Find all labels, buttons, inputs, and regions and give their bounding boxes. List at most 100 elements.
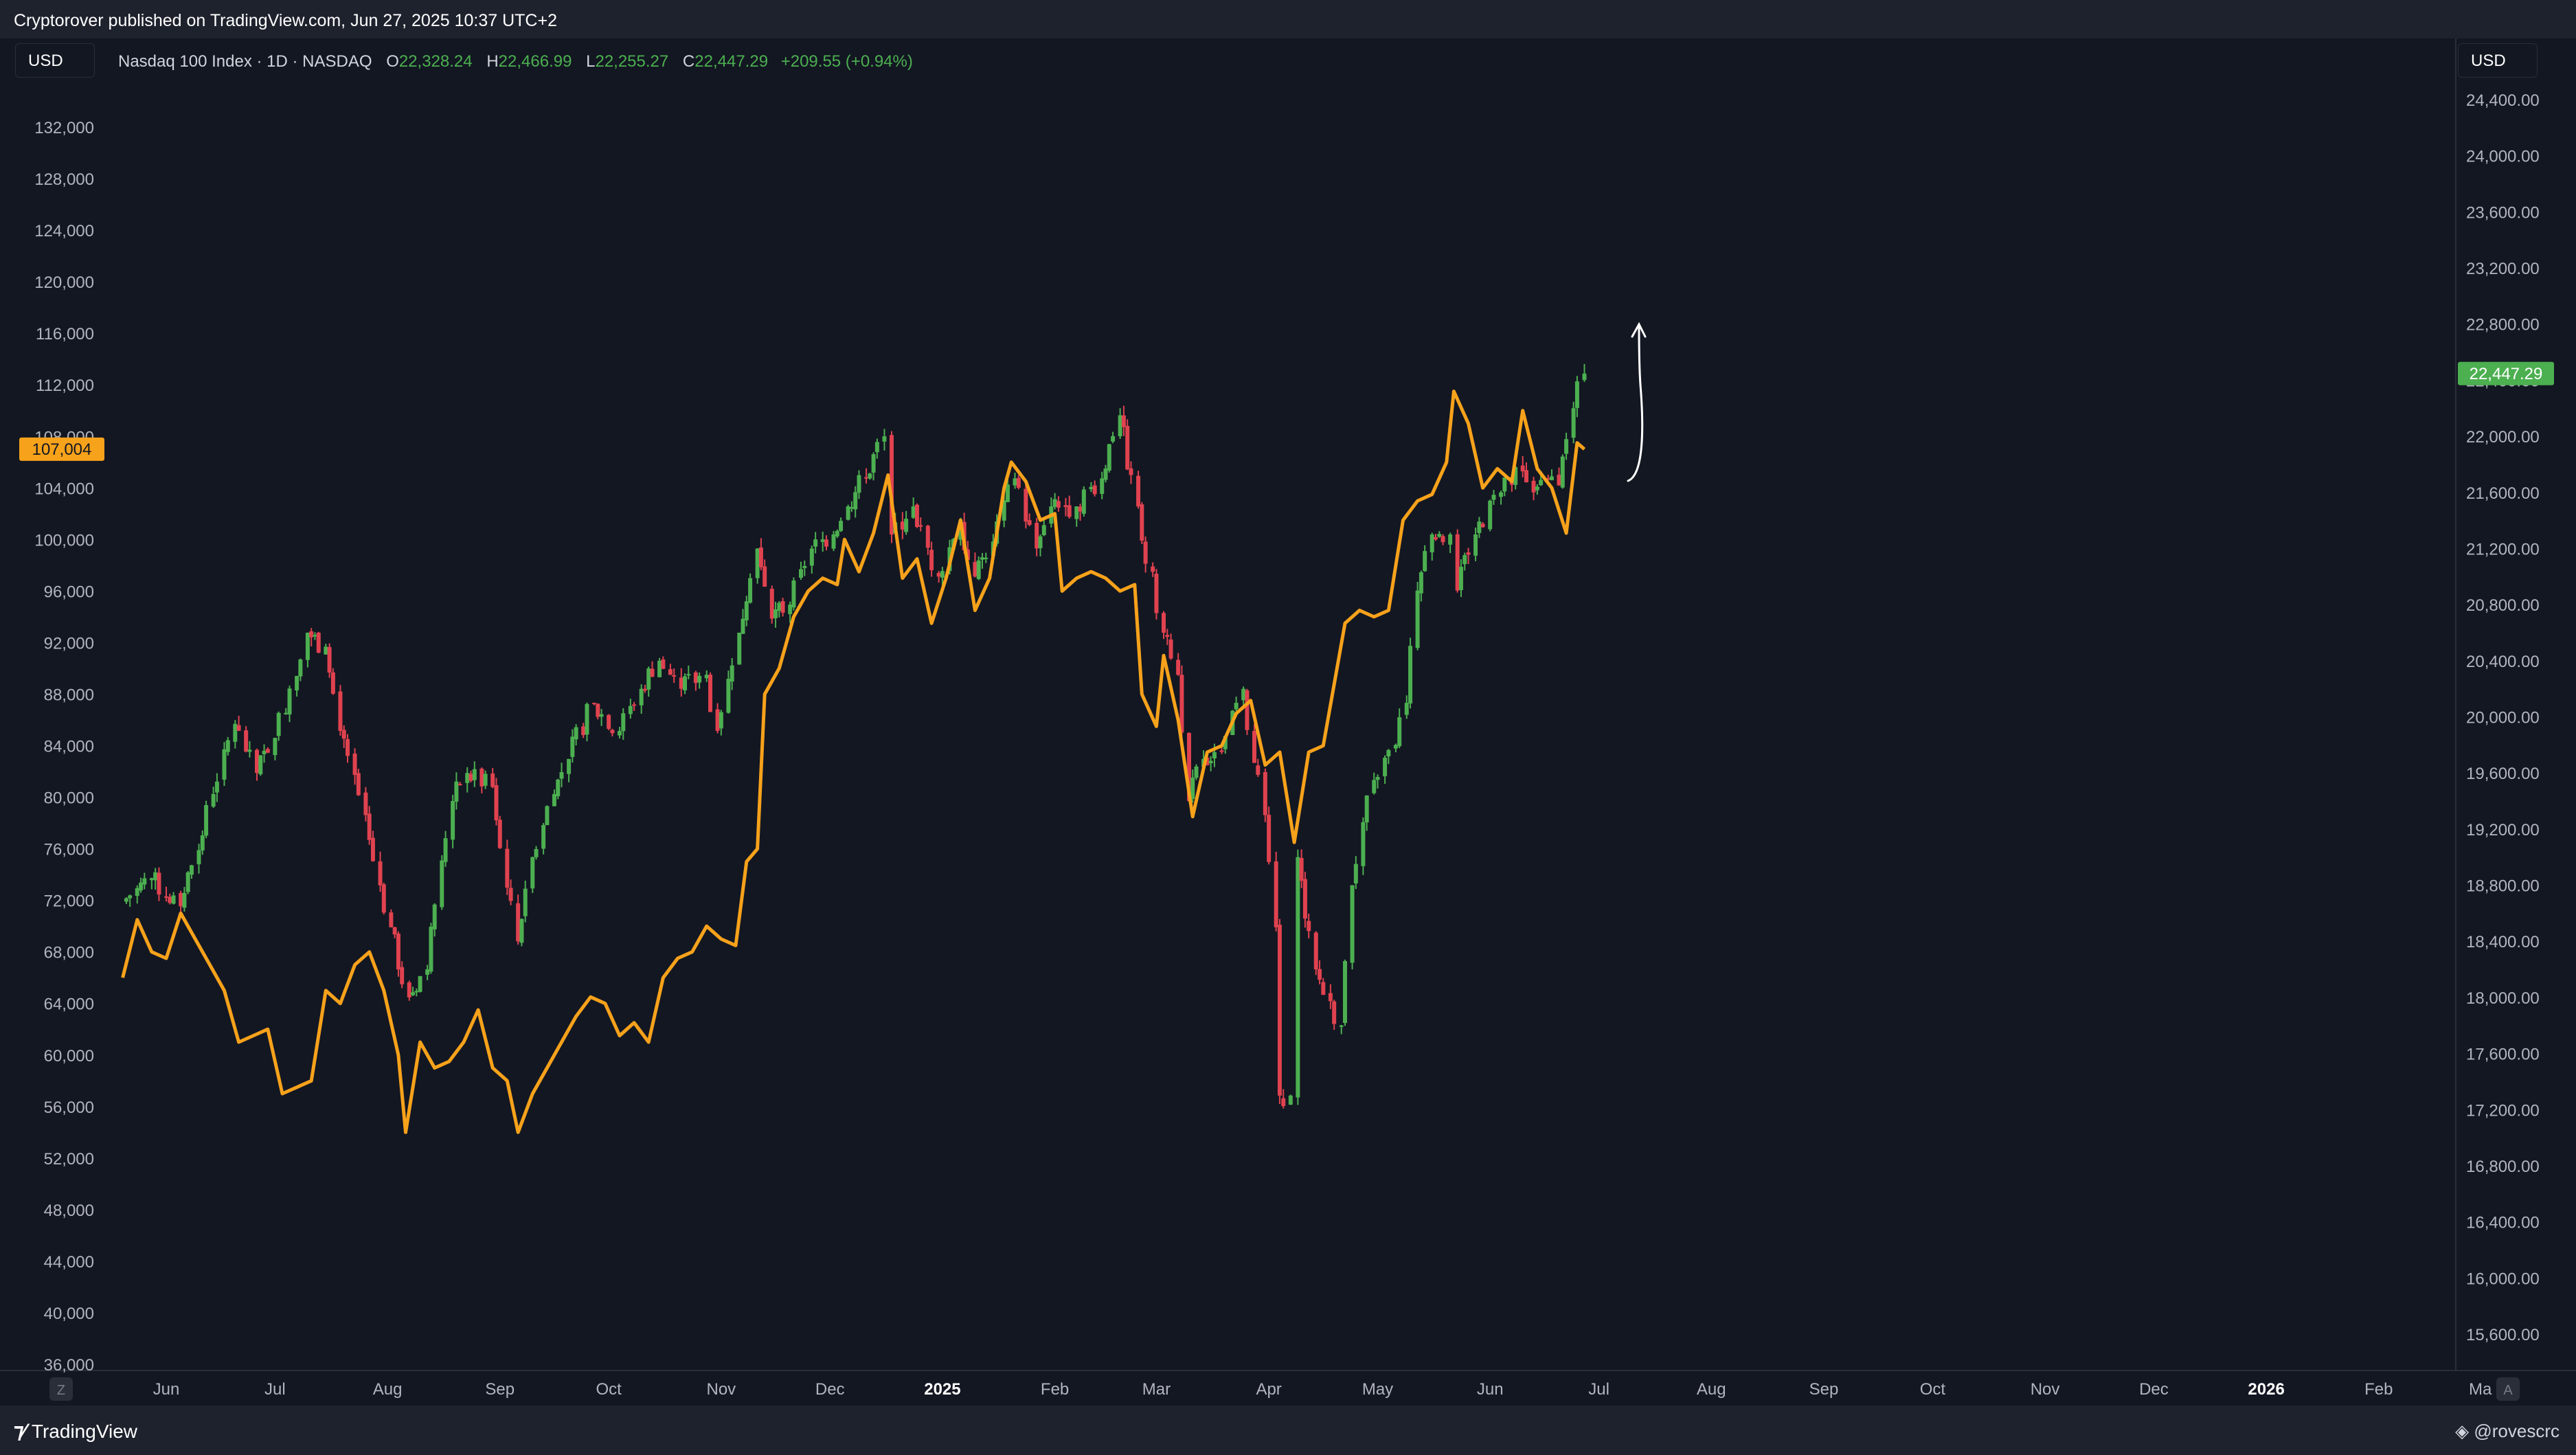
upward-arrow-annotation[interactable] xyxy=(1627,322,1647,482)
chart-svg[interactable]: 36,000 40,000 44,000 48,000 52,000 56,000 60,0… xyxy=(0,38,2576,1406)
candle-body xyxy=(809,548,814,566)
candle-body xyxy=(581,726,586,736)
candle xyxy=(1063,497,1068,517)
candle xyxy=(559,763,564,787)
candle xyxy=(1549,469,1554,481)
zoom-button-label: Z xyxy=(57,1383,65,1398)
candle xyxy=(1524,462,1528,483)
candle xyxy=(258,755,263,776)
candle-body xyxy=(1423,551,1427,572)
candle xyxy=(1318,960,1322,984)
candle-body xyxy=(1415,590,1420,648)
candle-body xyxy=(414,991,419,993)
candle xyxy=(236,715,241,731)
candle xyxy=(1074,506,1079,527)
candle-body xyxy=(1353,864,1358,884)
candle-body xyxy=(556,779,561,797)
tradingview-logo[interactable]: ⁊⁄ TradingView xyxy=(14,1419,137,1443)
time-tick-label: Apr xyxy=(1256,1380,1281,1399)
candle xyxy=(179,890,183,915)
candle xyxy=(1361,817,1366,875)
left-tick-label: 52,000 xyxy=(44,1150,94,1169)
candle xyxy=(1267,807,1272,865)
candle xyxy=(642,684,647,693)
right-currency-button[interactable]: USD xyxy=(2458,43,2538,78)
candle-body xyxy=(519,918,524,943)
candle xyxy=(570,729,575,763)
candle xyxy=(429,923,433,974)
candle xyxy=(693,670,698,691)
candle-body xyxy=(744,601,749,620)
left-tick-label: 84,000 xyxy=(44,738,94,756)
bottom-bar: ⁊⁄ TradingView ◈ @rovescrc xyxy=(0,1406,2576,1455)
left-currency-button[interactable]: USD xyxy=(15,43,95,78)
candle xyxy=(900,512,905,539)
candle-body xyxy=(1520,465,1525,472)
author-handle: ◈ @rovescrc xyxy=(2455,1421,2560,1442)
candle xyxy=(418,975,422,993)
candle xyxy=(1052,493,1057,510)
candle-body xyxy=(567,758,572,774)
candle-body xyxy=(1136,475,1141,507)
candle xyxy=(1288,1094,1293,1105)
candle-body xyxy=(1302,879,1307,919)
candle-body xyxy=(791,580,796,608)
candle xyxy=(1056,496,1061,512)
candle xyxy=(1397,708,1402,749)
candle xyxy=(929,541,934,577)
candle xyxy=(295,675,300,697)
candle xyxy=(857,470,861,499)
candle xyxy=(802,560,807,576)
candle xyxy=(479,767,484,793)
candle-body xyxy=(468,774,473,781)
candle xyxy=(639,684,644,714)
left-tick-label: 76,000 xyxy=(44,841,94,859)
candle xyxy=(1557,467,1561,486)
candle-body xyxy=(882,436,887,442)
left-tick-label: 44,000 xyxy=(44,1253,94,1272)
candle-body xyxy=(1299,857,1304,881)
candle-body xyxy=(773,609,778,618)
candle xyxy=(874,438,879,459)
candle-body xyxy=(1502,477,1507,492)
candle-body xyxy=(1408,646,1413,704)
candle-body xyxy=(1288,1095,1293,1105)
candle xyxy=(1154,569,1159,620)
left-tick-label: 64,000 xyxy=(44,995,94,1014)
right-tick-label: 23,200.00 xyxy=(2466,260,2540,278)
left-tick-label: 104,000 xyxy=(34,480,94,498)
candle-body xyxy=(1350,885,1355,963)
candle-body xyxy=(1375,777,1380,780)
candle-body xyxy=(650,668,655,677)
candle-body xyxy=(479,768,484,787)
candle xyxy=(1125,419,1130,471)
candle xyxy=(809,545,814,574)
candle xyxy=(581,723,586,738)
annotations xyxy=(1627,322,1647,482)
candle-body xyxy=(936,573,941,577)
candle-body xyxy=(1016,477,1021,488)
candle-body xyxy=(530,857,535,889)
candle-body xyxy=(621,713,626,732)
candle xyxy=(1107,444,1111,473)
candle-body xyxy=(1041,525,1046,536)
candle-body xyxy=(1165,635,1170,638)
candle xyxy=(505,839,510,895)
candle xyxy=(1462,552,1467,571)
chart-frame[interactable]: 36,000 40,000 44,000 48,000 52,000 56,000 60,0… xyxy=(0,38,2576,1406)
candle-body xyxy=(1582,373,1587,381)
candle-body xyxy=(1024,488,1028,522)
candle-body xyxy=(389,912,394,927)
candle xyxy=(185,870,190,894)
candle xyxy=(472,761,477,787)
symbol-name: Nasdaq 100 Index · 1D · NASDAQ xyxy=(118,52,372,71)
candle-body xyxy=(179,892,183,907)
candle xyxy=(1136,471,1141,509)
candle-body xyxy=(871,454,876,473)
candle xyxy=(1408,638,1413,709)
candle xyxy=(425,965,430,980)
candle xyxy=(1038,534,1043,556)
candle xyxy=(370,831,375,862)
candle-body xyxy=(853,492,858,510)
candle xyxy=(367,806,372,845)
